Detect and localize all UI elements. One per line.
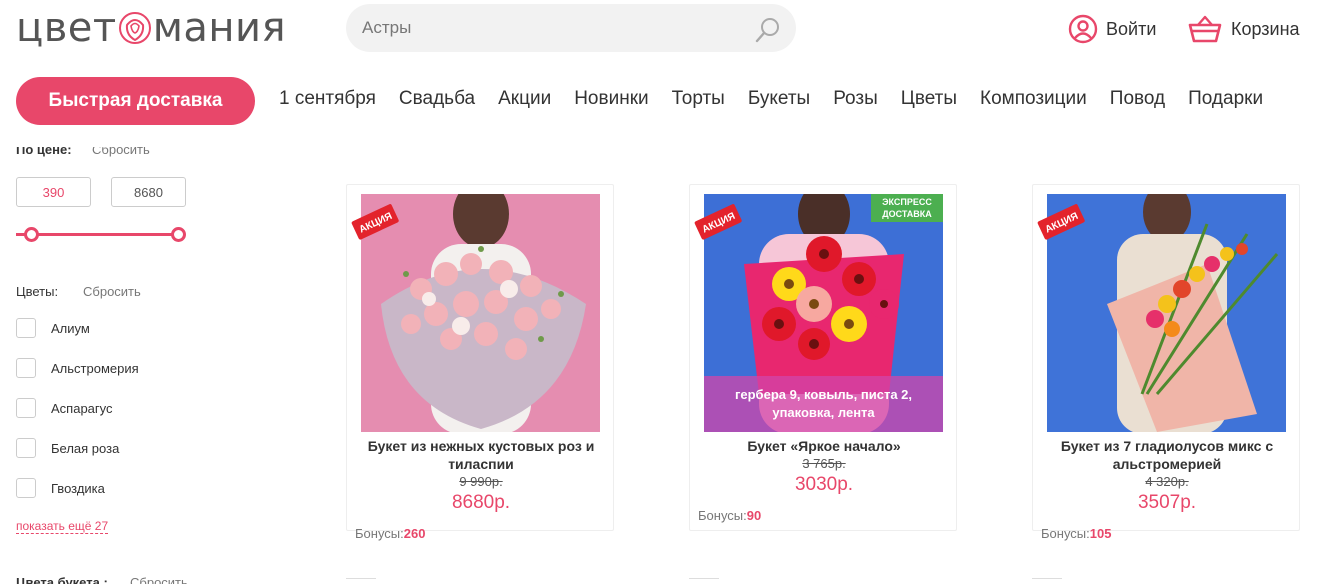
nav-item-september[interactable]: 1 сентября [279, 88, 376, 110]
filter-option-label: Алиум [51, 320, 90, 336]
product-bonus: Бонусы:105 [1041, 526, 1111, 541]
sale-badge-icon: АКЦИЯ [1037, 204, 1085, 240]
product-bonus: Бонусы:90 [698, 508, 761, 523]
login-label: Войти [1106, 18, 1157, 39]
bonus-label: Бонусы: [355, 526, 404, 541]
filter-option-label: Гвоздика [51, 480, 105, 496]
rose-logo-icon [118, 12, 151, 44]
search-icon[interactable] [754, 16, 782, 44]
sale-badge-icon: АКЦИЯ [351, 204, 399, 240]
price-min-input[interactable]: 390 [16, 177, 91, 207]
product-card[interactable]: АКЦИЯ Букет из 7 гладиолусов микс с альс… [1032, 184, 1301, 541]
checkbox[interactable] [16, 318, 36, 338]
logo[interactable]: цвет мания [16, 5, 287, 51]
cart-label: Корзина [1231, 18, 1300, 39]
product-name[interactable]: Букет из нежных кустовых роз и тиласпии [347, 437, 615, 473]
nav-item-sales[interactable]: Акции [498, 88, 551, 110]
filter-option-label: Аспарагус [51, 400, 113, 416]
clip-mask [0, 126, 300, 147]
bonus-value: 90 [746, 508, 762, 523]
logo-text-right: мания [152, 5, 287, 51]
bonus-value: 260 [403, 526, 426, 541]
checkbox[interactable] [16, 358, 36, 378]
product-price: 8680р. [451, 492, 511, 513]
search-input[interactable] [346, 4, 726, 52]
express-delivery-badge: ЭКСПРЕСС ДОСТАВКА [871, 194, 943, 222]
bonus-value: 105 [1089, 526, 1112, 541]
nav-item-flowers[interactable]: Цветы [901, 88, 957, 110]
cart-link[interactable]: Корзина [1187, 14, 1300, 44]
filter-option[interactable]: Гвоздика [16, 478, 105, 498]
search-bar [346, 4, 796, 52]
filter-option-label: Альстромерия [51, 360, 139, 376]
product-old-price: 4 320р. [1145, 474, 1189, 489]
nav-item-roses[interactable]: Розы [833, 88, 878, 110]
next-card-edge [689, 578, 719, 584]
price-slider-min-handle[interactable] [24, 227, 39, 242]
product-price: 3030р. [794, 474, 854, 495]
product-card[interactable]: АКЦИЯ Букет из нежных кустовых роз и тил… [346, 184, 615, 541]
nav-item-gifts[interactable]: Подарки [1188, 88, 1263, 110]
composition-overlay: гербера 9, ковыль, писта 2, упаковка, ле… [704, 376, 943, 432]
next-card-edge [346, 578, 376, 584]
product-name[interactable]: Букет из 7 гладиолусов микс с альстромер… [1033, 437, 1301, 473]
product-price: 3507р. [1137, 492, 1197, 513]
price-slider-max-handle[interactable] [171, 227, 186, 242]
product-name[interactable]: Букет «Яркое начало» [690, 437, 958, 455]
nav-item-occasion[interactable]: Повод [1110, 88, 1165, 110]
logo-text-left: цвет [16, 5, 117, 51]
login-link[interactable]: Войти [1068, 14, 1156, 44]
nav-item-new[interactable]: Новинки [574, 88, 648, 110]
filter-option[interactable]: Белая роза [16, 438, 119, 458]
nav-item-compositions[interactable]: Композиции [980, 88, 1087, 110]
main-nav: 1 сентября Свадьба Акции Новинки Торты Б… [279, 88, 1263, 110]
filter-option[interactable]: Аспарагус [16, 398, 113, 418]
nav-item-cakes[interactable]: Торты [672, 88, 725, 110]
bonus-label: Бонусы: [1041, 526, 1090, 541]
filter-option[interactable]: Альстромерия [16, 358, 139, 378]
filter-option[interactable]: Алиум [16, 318, 90, 338]
product-card[interactable]: гербера 9, ковыль, писта 2, упаковка, ле… [689, 184, 957, 531]
checkbox[interactable] [16, 398, 36, 418]
flowers-filter-title: Цветы: [16, 284, 59, 299]
bonus-label: Бонусы: [698, 508, 747, 523]
product-bonus: Бонусы:260 [355, 526, 425, 541]
bouquet-color-filter-title: Цвета букета : [16, 575, 108, 584]
price-slider-track [16, 233, 180, 236]
checkbox[interactable] [16, 478, 36, 498]
show-more-link[interactable]: показать ещё 27 [16, 519, 109, 534]
next-card-edge [1032, 578, 1062, 584]
user-icon [1068, 14, 1098, 44]
nav-item-wedding[interactable]: Свадьба [399, 88, 475, 110]
basket-icon [1188, 15, 1222, 43]
fast-delivery-button[interactable]: Быстрая доставка [16, 77, 255, 125]
checkbox[interactable] [16, 438, 36, 458]
price-max-input[interactable]: 8680 [111, 177, 186, 207]
product-old-price: 3 765р. [802, 456, 846, 471]
filter-option-label: Белая роза [51, 440, 120, 456]
bouquet-color-filter-reset[interactable]: Сбросить [130, 575, 188, 584]
nav-item-bouquets[interactable]: Букеты [748, 88, 810, 110]
product-old-price: 9 990р. [459, 474, 503, 489]
flowers-filter-reset[interactable]: Сбросить [83, 284, 141, 299]
sale-badge-icon: АКЦИЯ [694, 204, 742, 240]
